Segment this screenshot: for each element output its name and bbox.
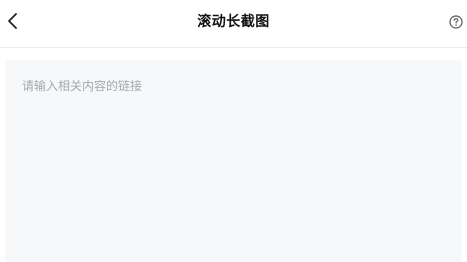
top-bar: 滚动长截图: [0, 0, 467, 48]
link-input[interactable]: [5, 60, 462, 262]
scroll-screenshot-page: 滚动长截图: [0, 0, 467, 262]
question-circle-icon: [449, 15, 463, 29]
help-button[interactable]: [448, 14, 464, 30]
page-title: 滚动长截图: [197, 14, 270, 30]
